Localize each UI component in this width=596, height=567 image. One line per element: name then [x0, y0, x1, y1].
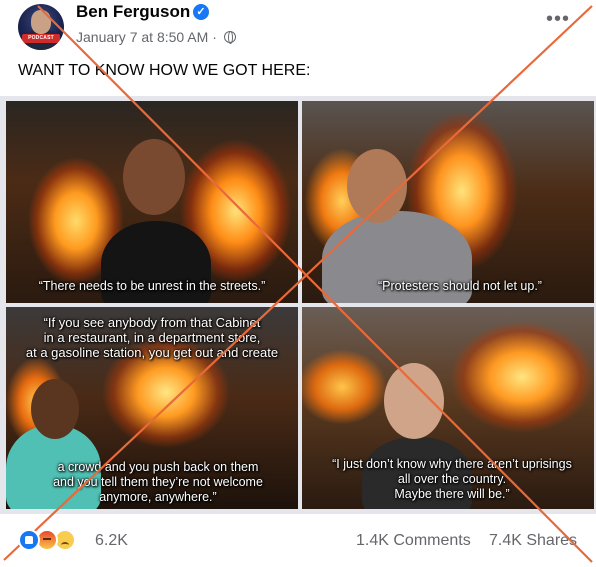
photo-grid: “There needs to be unrest in the streets…	[0, 96, 596, 514]
globe-icon[interactable]	[223, 31, 236, 44]
person-head	[31, 379, 79, 439]
avatar[interactable]: PODCAST	[18, 4, 64, 50]
photo-caption: “There needs to be unrest in the streets…	[38, 279, 266, 293]
post-footer: 6.2K 1.4K Comments 7.4K Shares	[0, 520, 596, 567]
reaction-count[interactable]: 6.2K	[95, 532, 128, 550]
photo-caption: “Protesters should not let up.”	[378, 279, 542, 293]
post-text: WANT TO KNOW HOW WE GOT HERE:	[18, 62, 311, 79]
comments-count-link[interactable]: 1.4K Comments	[356, 532, 471, 550]
meta-separator: ·	[208, 29, 221, 45]
like-icon	[18, 529, 40, 551]
photo-caption-top: “If you see anybody from that Cabinet in…	[25, 315, 279, 360]
photo-tile[interactable]: “There needs to be unrest in the streets…	[6, 101, 298, 303]
author-name[interactable]: Ben Ferguson	[76, 2, 190, 22]
shares-count-link[interactable]: 7.4K Shares	[489, 532, 577, 550]
photo-tile[interactable]: “If you see anybody from that Cabinet in…	[6, 307, 298, 509]
avatar-badge: PODCAST	[22, 34, 60, 43]
more-options-button[interactable]: •••	[540, 9, 576, 34]
post-header: PODCAST Ben Ferguson ✓ January 7 at 8:50…	[0, 0, 596, 56]
reactions-summary[interactable]	[18, 528, 88, 552]
verified-check-icon: ✓	[193, 4, 209, 20]
person-head	[123, 139, 185, 215]
person-head	[347, 149, 407, 223]
photo-tile[interactable]: “Protesters should not let up.”	[302, 101, 594, 303]
avatar-face	[31, 10, 51, 34]
post-timestamp[interactable]: January 7 at 8:50 AM	[76, 29, 208, 45]
post-meta: January 7 at 8:50 AM ·	[76, 29, 236, 45]
photo-caption: “I just don’t know why there aren’t upri…	[332, 457, 572, 501]
person-head	[384, 363, 444, 439]
photo-caption-bottom: a crowd and you push back on them and yo…	[53, 460, 263, 504]
photo-tile[interactable]: “I just don’t know why there aren’t upri…	[302, 307, 594, 509]
